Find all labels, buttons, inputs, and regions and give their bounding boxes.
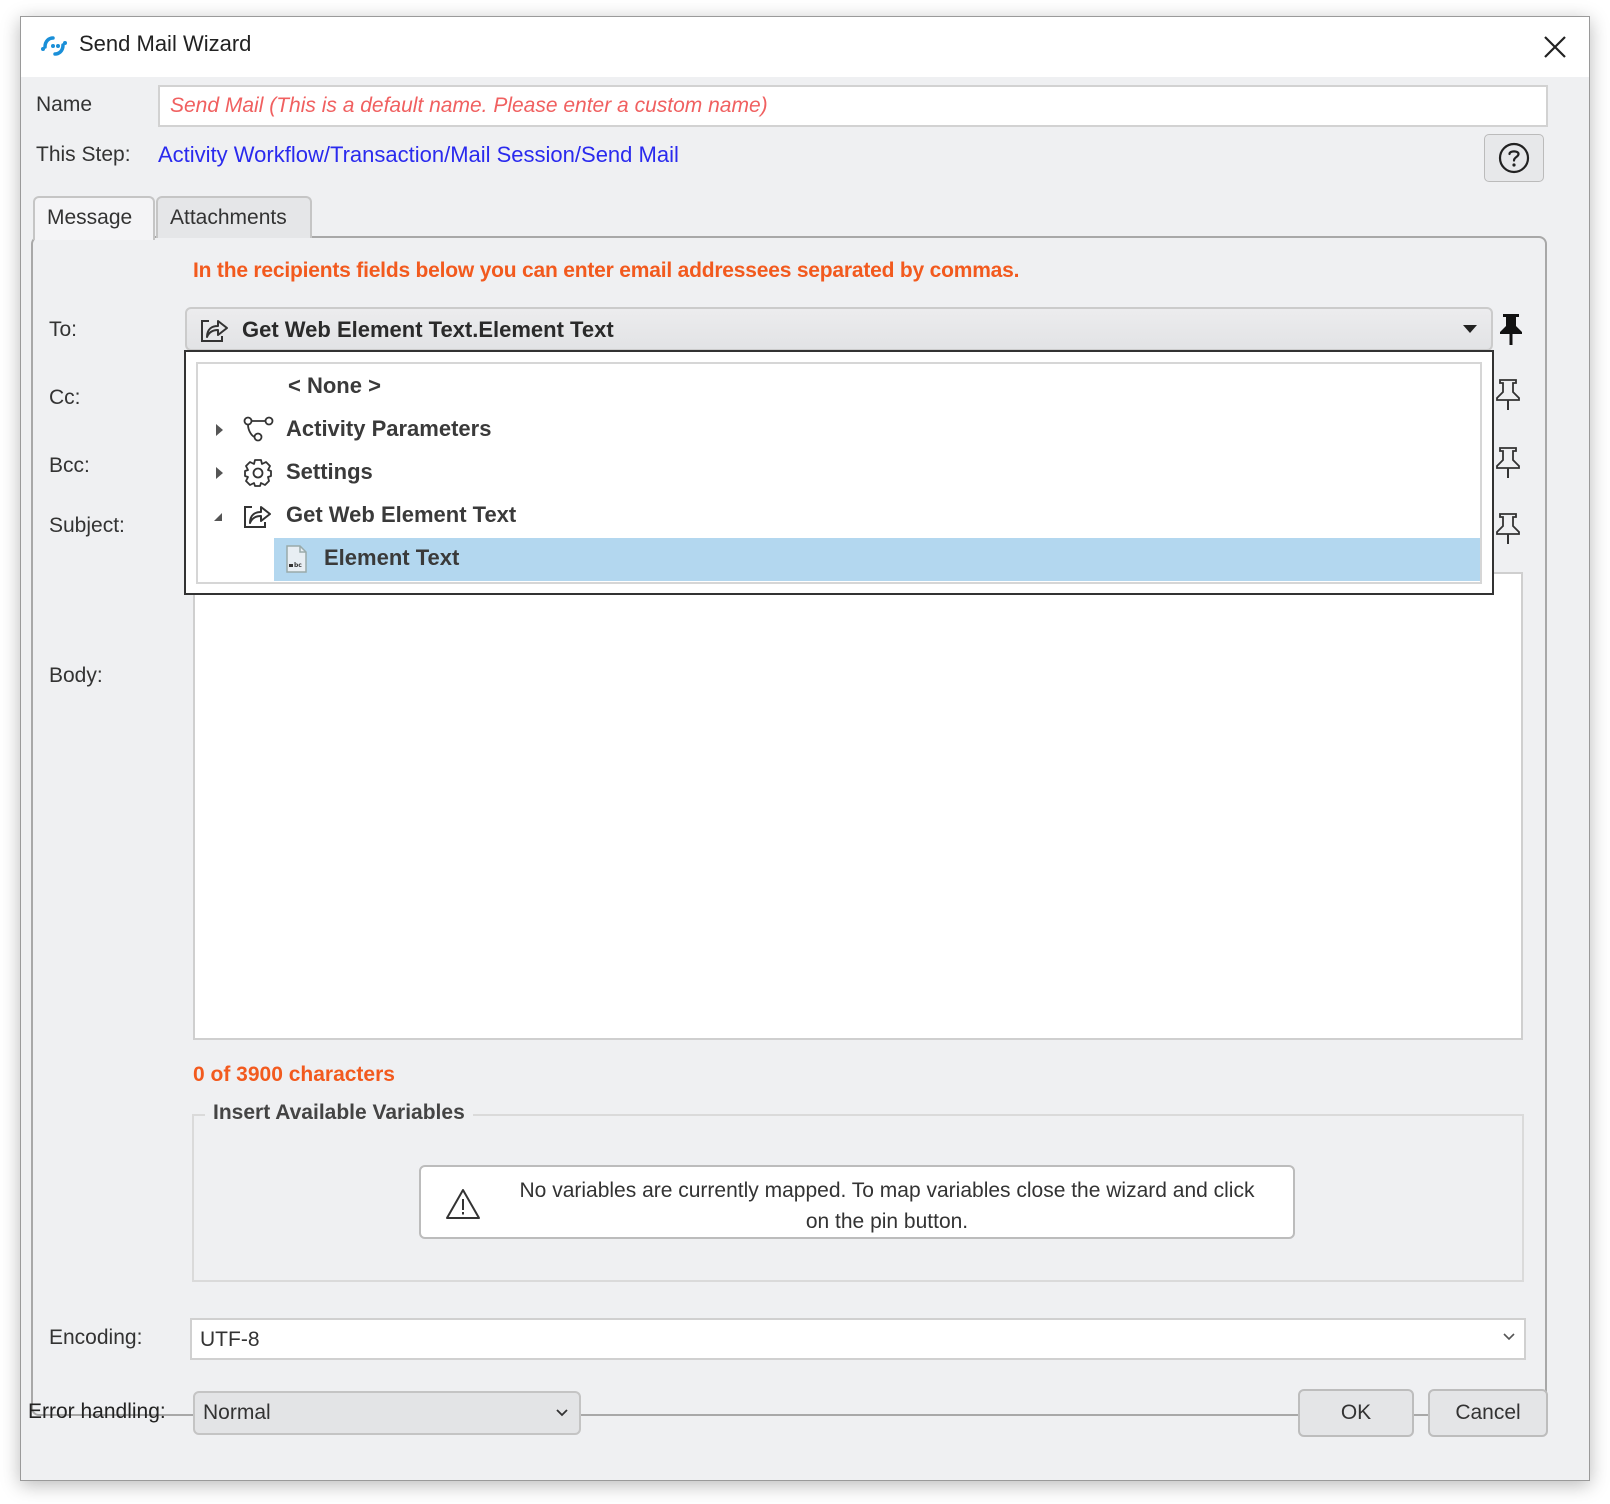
tree-item-label: Element Text — [324, 545, 460, 570]
send-mail-wizard-dialog: Send Mail Wizard Name Send Mail (This is… — [20, 16, 1590, 1481]
error-handling-value: Normal — [203, 1401, 271, 1424]
tree-item-label: Settings — [286, 459, 373, 484]
share-export-icon — [201, 320, 228, 342]
expand-arrow-icon[interactable] — [216, 467, 223, 479]
help-icon — [1498, 142, 1530, 174]
tree-item-label: Activity Parameters — [286, 416, 492, 441]
bcc-pin-icon[interactable] — [1493, 445, 1523, 481]
chevron-down-icon — [556, 1409, 568, 1417]
svg-text:bc: bc — [294, 562, 302, 569]
error-handling-label: Error handling: — [28, 1400, 166, 1423]
tree-item-label: Get Web Element Text — [286, 502, 517, 527]
recipients-hint: In the recipients fields below you can e… — [193, 259, 1020, 282]
gear-icon — [244, 459, 272, 487]
expand-arrow-icon[interactable] — [216, 424, 223, 436]
tree-item-get-web-element-text[interactable]: Get Web Element Text — [198, 495, 1480, 538]
body-textarea[interactable] — [193, 572, 1523, 1040]
variable-tree: < None > Activity Parameters Settings Ge… — [196, 362, 1482, 584]
title-bar: Send Mail Wizard — [21, 17, 1589, 77]
cc-label: Cc: — [49, 386, 81, 409]
insert-variables-title: Insert Available Variables — [205, 1101, 473, 1125]
to-label: To: — [49, 318, 78, 341]
name-input[interactable]: Send Mail (This is a default name. Pleas… — [158, 85, 1548, 127]
collapse-arrow-icon[interactable] — [214, 513, 222, 521]
body-label: Body: — [49, 664, 103, 687]
tree-item-element-text[interactable]: bc Element Text — [198, 538, 1480, 581]
text-file-icon: bc — [286, 545, 307, 573]
subject-label: Subject: — [49, 514, 125, 537]
error-handling-select[interactable]: Normal — [193, 1391, 581, 1435]
encoding-value: UTF-8 — [200, 1328, 260, 1351]
workflow-app-icon — [41, 36, 67, 56]
pin-filled-icon[interactable] — [1496, 311, 1526, 347]
tree-item-settings[interactable]: Settings — [198, 452, 1480, 495]
to-value: Get Web Element Text.Element Text — [242, 317, 614, 342]
encoding-label: Encoding: — [49, 1326, 143, 1349]
subject-pin-icon[interactable] — [1493, 511, 1523, 547]
bcc-label: Bcc: — [49, 454, 90, 477]
tree-item-label: < None > — [288, 373, 381, 398]
dropdown-arrow-icon — [1463, 325, 1477, 333]
cc-pin-icon[interactable] — [1493, 377, 1523, 413]
share-export-icon — [244, 506, 271, 528]
to-dropdown-popup: < None > Activity Parameters Settings Ge… — [184, 350, 1494, 595]
help-button[interactable] — [1484, 134, 1544, 182]
close-button[interactable] — [1535, 27, 1575, 67]
encoding-select[interactable]: UTF-8 — [190, 1318, 1526, 1360]
chevron-down-icon — [1503, 1333, 1515, 1341]
cancel-button[interactable]: Cancel — [1428, 1389, 1548, 1437]
parameters-icon — [243, 416, 274, 442]
warning-icon — [446, 1189, 480, 1219]
name-label: Name — [36, 93, 93, 116]
notice-text: No variables are currently mapped. To ma… — [519, 1179, 1255, 1233]
to-combobox[interactable]: Get Web Element Text.Element Text — [185, 307, 1493, 351]
step-path-link[interactable]: Activity Workflow/Transaction/Mail Sessi… — [158, 142, 679, 168]
character-count: 0 of 3900 characters — [193, 1063, 395, 1086]
close-icon — [1544, 36, 1566, 58]
ok-button[interactable]: OK — [1298, 1389, 1414, 1437]
no-variables-notice: No variables are currently mapped. To ma… — [419, 1165, 1295, 1239]
window-title: Send Mail Wizard — [79, 31, 252, 56]
this-step-label: This Step: — [36, 143, 131, 166]
tab-attachments[interactable]: Attachments — [156, 196, 312, 238]
tree-item-activity-parameters[interactable]: Activity Parameters — [198, 409, 1480, 452]
tab-message[interactable]: Message — [33, 196, 155, 240]
tree-item-none[interactable]: < None > — [198, 366, 1480, 409]
